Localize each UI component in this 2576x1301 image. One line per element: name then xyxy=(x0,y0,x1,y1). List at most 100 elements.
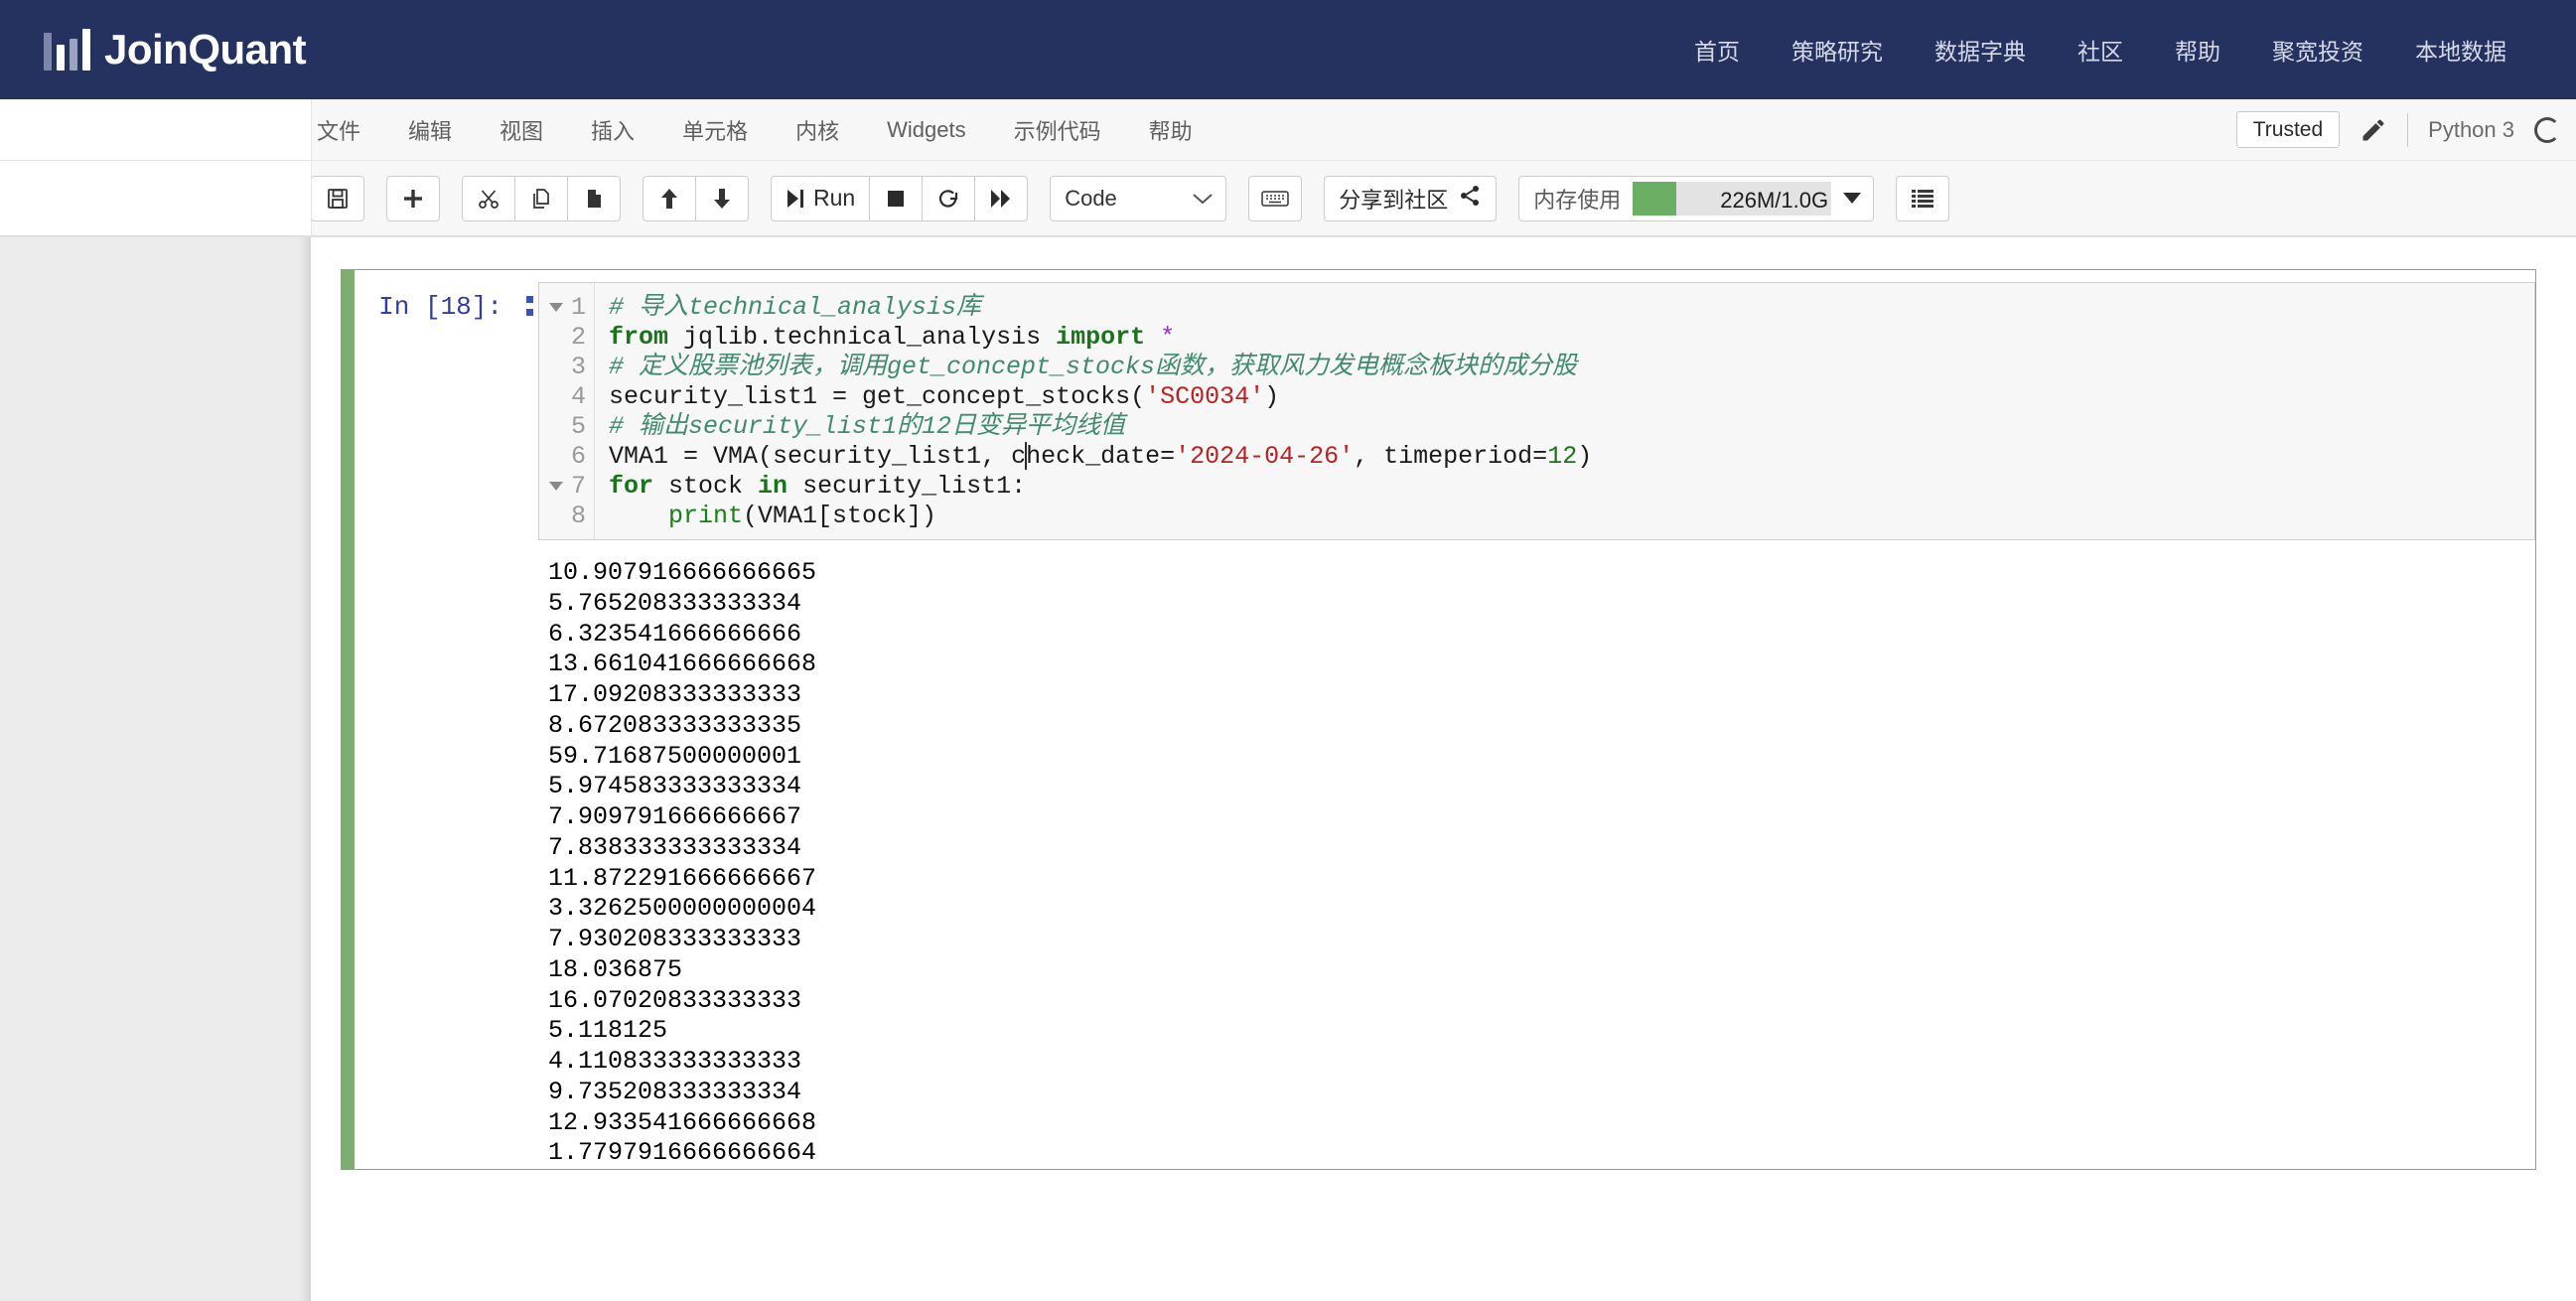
output-line: 4.110833333333333 xyxy=(548,1047,802,1076)
menu-items: 文件 编辑 视图 插入 单元格 内核 Widgets 示例代码 帮助 xyxy=(311,110,1199,150)
menubar-right: Trusted Python 3 xyxy=(2235,111,2560,148)
menu-view[interactable]: 视图 xyxy=(494,110,549,150)
cell-type-select[interactable]: Code xyxy=(1050,175,1227,221)
line-number-gutter: 1 2 3 4 5 6 7 8 xyxy=(539,283,595,539)
move-cell-up-button[interactable] xyxy=(643,175,696,221)
code-token: '2024-04-26' xyxy=(1175,441,1355,471)
code-token: ) xyxy=(1264,381,1280,411)
code-token: jqlib.technical_analysis xyxy=(668,322,1057,352)
menu-edit[interactable]: 编辑 xyxy=(402,110,458,150)
output-line: 6.323541666666666 xyxy=(548,619,802,649)
fold-arrow-icon[interactable] xyxy=(548,302,563,312)
line-number: 3 xyxy=(570,352,586,381)
nav-item-home[interactable]: 首页 xyxy=(1694,33,1740,67)
output-line: 13.661041666666668 xyxy=(548,650,817,679)
floppy-disk-icon xyxy=(326,187,350,211)
menu-cell[interactable]: 单元格 xyxy=(676,110,754,150)
menu-kernel[interactable]: 内核 xyxy=(789,110,845,150)
line-number: 2 xyxy=(570,322,586,352)
code-token: # 输出security_list1的12日变异平均线值 xyxy=(609,411,1126,441)
trusted-badge[interactable]: Trusted xyxy=(2235,111,2341,148)
menubar-divider xyxy=(2407,112,2409,147)
plus-icon xyxy=(401,187,425,211)
output-line: 8.672083333333335 xyxy=(548,710,802,740)
copy-button[interactable] xyxy=(514,175,568,221)
arrow-up-icon xyxy=(657,187,681,211)
interrupt-kernel-button[interactable] xyxy=(869,175,924,221)
share-nodes-icon xyxy=(1458,184,1482,214)
nav-item-data-dictionary[interactable]: 数据字典 xyxy=(1934,33,2026,67)
nav-item-community[interactable]: 社区 xyxy=(2077,33,2123,67)
memory-usage-label: 内存使用 xyxy=(1533,187,1622,213)
pencil-icon[interactable] xyxy=(2360,116,2387,144)
memory-usage-widget[interactable]: 内存使用 226M/1.0G，本篇194.19 xyxy=(1518,175,1875,221)
brand-logo[interactable]: JoinQuant xyxy=(44,26,307,73)
restart-refresh-icon xyxy=(936,187,960,211)
cell-output-text: 10.907916666666665 5.765208333333334 6.323… xyxy=(538,558,2535,1169)
page-left-gutter xyxy=(0,237,311,1301)
paste-button[interactable] xyxy=(567,175,621,221)
code-line: security_list1 = get_concept_stocks('SC0… xyxy=(609,381,2524,411)
list-outline-icon xyxy=(1911,189,1934,209)
menu-insert[interactable]: 插入 xyxy=(585,110,641,150)
code-token: heck_date= xyxy=(1026,441,1176,471)
fast-forward-icon xyxy=(989,188,1013,210)
insert-cell-below-button[interactable] xyxy=(386,175,440,221)
notebook-body: In [18]: 1 2 3 4 5 6 7 8 # 导入technical_a… xyxy=(0,237,2576,1301)
code-text[interactable]: # 导入technical_analysis库 from jqlib.techni… xyxy=(595,283,2534,539)
bar-chart-logo-icon xyxy=(44,29,90,71)
code-token: # 定义股票池列表，调用get_concept_stocks函数，获取风力发电概… xyxy=(609,352,1578,381)
menu-help[interactable]: 帮助 xyxy=(1143,110,1199,150)
run-step-icon xyxy=(786,188,805,210)
nav-item-investment[interactable]: 聚宽投资 xyxy=(2272,33,2363,67)
output-line: 12.933541666666668 xyxy=(548,1107,817,1137)
restart-and-run-all-button[interactable] xyxy=(974,175,1029,221)
code-token: 'SC0034' xyxy=(1145,381,1265,411)
cut-button[interactable] xyxy=(462,175,515,221)
output-line: 9.735208333333334 xyxy=(548,1077,802,1106)
command-palette-button[interactable] xyxy=(1248,175,1303,221)
code-token: stock xyxy=(653,471,759,501)
caret-down-icon[interactable] xyxy=(1843,193,1862,204)
memory-usage-bar: 226M/1.0G，本篇194.19 xyxy=(1633,181,1832,216)
table-of-contents-button[interactable] xyxy=(1896,175,1950,221)
notebook-container: In [18]: 1 2 3 4 5 6 7 8 # 导入technical_a… xyxy=(341,269,2536,1301)
output-line: 5.974583333333334 xyxy=(548,772,802,801)
code-token: in xyxy=(758,471,788,501)
clipboard-group xyxy=(462,175,621,221)
notebook-menubar: 文件 编辑 视图 插入 单元格 内核 Widgets 示例代码 帮助 Trust… xyxy=(0,99,2576,161)
cell-content: In [18]: 1 2 3 4 5 6 7 8 # 导入technical_a… xyxy=(355,270,2535,1169)
restart-kernel-button[interactable] xyxy=(922,175,976,221)
drag-handle-dots-icon[interactable] xyxy=(520,282,538,316)
site-nav: 首页 策略研究 数据字典 社区 帮助 聚宽投资 本地数据 xyxy=(1694,33,2506,67)
nav-item-strategy-research[interactable]: 策略研究 xyxy=(1791,33,1883,67)
stop-square-icon xyxy=(885,188,907,210)
code-token: # 导入technical_analysis库 xyxy=(609,292,982,322)
code-token: security_list1 = get_concept_stocks( xyxy=(609,381,1146,411)
menu-widgets[interactable]: Widgets xyxy=(881,113,971,147)
nav-item-help[interactable]: 帮助 xyxy=(2175,33,2220,67)
insert-group xyxy=(386,175,440,221)
output-line: 1.7797916666666664 xyxy=(548,1138,817,1168)
code-editor[interactable]: 1 2 3 4 5 6 7 8 # 导入technical_analysis库 f… xyxy=(538,282,2535,540)
share-to-community-button[interactable]: 分享到社区 xyxy=(1324,175,1498,221)
code-cell[interactable]: In [18]: 1 2 3 4 5 6 7 8 # 导入technical_a… xyxy=(341,269,2536,1170)
code-token: , timeperiod= xyxy=(1354,441,1548,471)
run-button[interactable]: Run xyxy=(771,175,871,221)
code-line: print (VMA1[stock]) xyxy=(609,501,2524,530)
code-line: # 定义股票池列表，调用get_concept_stocks函数，获取风力发电概… xyxy=(609,352,2524,381)
output-line: 18.036875 xyxy=(548,954,683,984)
menu-sample-code[interactable]: 示例代码 xyxy=(1008,110,1107,150)
cell-prompt: In [18]: xyxy=(378,292,502,322)
fold-arrow-icon[interactable] xyxy=(548,481,563,491)
save-button[interactable] xyxy=(311,175,364,221)
output-line: 16.07020833333333 xyxy=(548,985,802,1015)
site-header: JoinQuant 首页 策略研究 数据字典 社区 帮助 聚宽投资 本地数据 xyxy=(0,0,2576,99)
cell-output-row: 10.907916666666665 5.765208333333334 6.323… xyxy=(355,540,2535,1169)
run-group: Run xyxy=(771,175,1029,221)
save-group xyxy=(311,175,364,221)
menu-file[interactable]: 文件 xyxy=(311,110,366,150)
kernel-idle-circle-icon[interactable] xyxy=(2534,116,2560,143)
move-cell-down-button[interactable] xyxy=(695,175,749,221)
nav-item-local-data[interactable]: 本地数据 xyxy=(2415,33,2506,67)
